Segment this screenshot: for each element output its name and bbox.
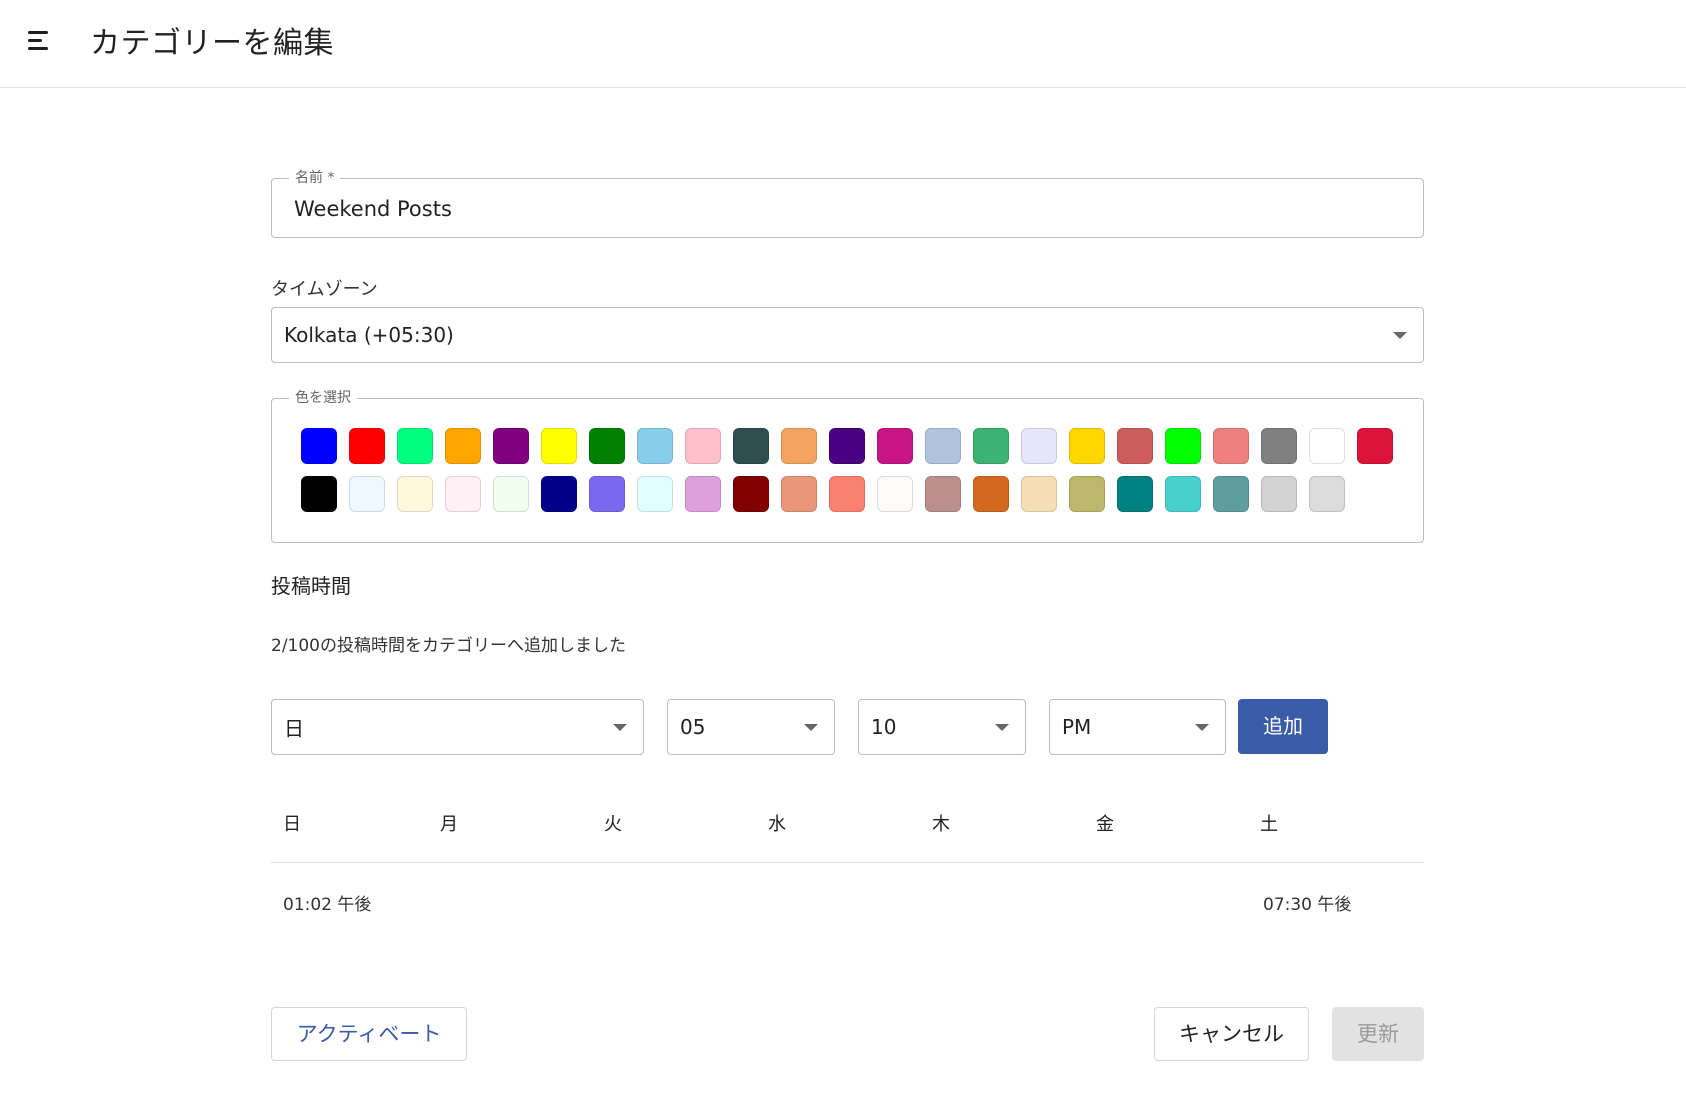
chevron-down-icon <box>1393 332 1407 339</box>
page-title: カテゴリーを編集 <box>90 26 334 61</box>
color-swatch[interactable] <box>1021 428 1057 464</box>
color-swatch[interactable] <box>1117 428 1153 464</box>
color-swatch[interactable] <box>1069 476 1105 512</box>
color-swatch[interactable] <box>1261 476 1297 512</box>
update-button[interactable]: 更新 <box>1332 1007 1424 1061</box>
color-swatch[interactable] <box>829 428 865 464</box>
posting-time-sun[interactable]: 01:02 午後 <box>283 890 371 915</box>
posting-times-info: 2/100の投稿時間をカテゴリーへ追加しました <box>271 636 626 656</box>
color-swatch[interactable] <box>1213 476 1249 512</box>
minute-select[interactable]: 10 <box>858 699 1026 755</box>
name-field-label: 名前 * <box>289 169 341 187</box>
color-swatch[interactable] <box>1165 428 1201 464</box>
top-bar: カテゴリーを編集 <box>0 0 1686 88</box>
color-swatch[interactable] <box>781 476 817 512</box>
minute-select-value: 10 <box>871 715 897 739</box>
color-swatch[interactable] <box>589 428 625 464</box>
weekday-tue: 火 <box>604 814 622 835</box>
color-swatch[interactable] <box>1261 428 1297 464</box>
color-swatch[interactable] <box>925 476 961 512</box>
color-swatch[interactable] <box>829 476 865 512</box>
color-swatch[interactable] <box>637 428 673 464</box>
color-swatch[interactable] <box>493 476 529 512</box>
add-time-button[interactable]: 追加 <box>1238 699 1328 754</box>
color-swatch[interactable] <box>445 476 481 512</box>
color-swatch[interactable] <box>541 428 577 464</box>
weekday-thu: 木 <box>932 814 950 835</box>
timezone-label: タイムゾーン <box>271 279 378 300</box>
color-picker: 色を選択 <box>271 389 1424 543</box>
color-swatch[interactable] <box>301 476 337 512</box>
activate-button[interactable]: アクティベート <box>271 1007 467 1061</box>
weekday-mon: 月 <box>440 814 458 835</box>
chevron-down-icon <box>804 724 818 731</box>
color-swatch[interactable] <box>1357 428 1393 464</box>
color-swatch[interactable] <box>733 476 769 512</box>
color-swatch[interactable] <box>733 428 769 464</box>
chevron-down-icon <box>613 724 627 731</box>
menu-icon[interactable] <box>24 26 54 56</box>
posting-times-title: 投稿時間 <box>271 574 351 598</box>
color-swatch[interactable] <box>349 476 385 512</box>
color-swatch[interactable] <box>397 476 433 512</box>
color-swatch[interactable] <box>1309 428 1345 464</box>
color-swatch[interactable] <box>589 476 625 512</box>
timezone-select[interactable]: Kolkata (+05:30) <box>271 307 1424 363</box>
color-swatch[interactable] <box>1165 476 1201 512</box>
weekday-fri: 金 <box>1096 814 1114 835</box>
color-swatch[interactable] <box>397 428 433 464</box>
color-swatch[interactable] <box>685 428 721 464</box>
posting-time-sat[interactable]: 07:30 午後 <box>1263 890 1351 915</box>
color-swatch[interactable] <box>1069 428 1105 464</box>
color-swatch[interactable] <box>877 428 913 464</box>
weekday-wed: 水 <box>768 814 786 835</box>
ampm-select-value: PM <box>1062 715 1092 739</box>
color-swatch[interactable] <box>1213 428 1249 464</box>
day-select-value: 日 <box>284 716 304 741</box>
timezone-value: Kolkata (+05:30) <box>284 323 454 347</box>
cancel-button[interactable]: キャンセル <box>1154 1007 1309 1061</box>
color-swatch[interactable] <box>445 428 481 464</box>
color-swatch[interactable] <box>1117 476 1153 512</box>
hour-select-value: 05 <box>680 715 706 739</box>
color-swatch[interactable] <box>973 428 1009 464</box>
color-swatch[interactable] <box>637 476 673 512</box>
color-picker-label: 色を選択 <box>289 389 357 407</box>
app-root: カテゴリーを編集 名前 * タイムゾーン Kolkata (+05:30) 色を… <box>0 0 1686 1093</box>
posting-time-row: 01:02 午後 07:30 午後 <box>271 880 1424 920</box>
color-swatch[interactable] <box>1021 476 1057 512</box>
ampm-select[interactable]: PM <box>1049 699 1226 755</box>
weekday-sun: 日 <box>283 814 301 835</box>
weekday-sat: 土 <box>1260 814 1278 835</box>
color-swatch[interactable] <box>877 476 913 512</box>
color-swatch[interactable] <box>973 476 1009 512</box>
hour-select[interactable]: 05 <box>667 699 835 755</box>
weekday-header: 日 月 火 水 木 金 土 <box>271 800 1424 863</box>
name-field: 名前 * <box>271 169 1424 238</box>
color-swatch[interactable] <box>493 428 529 464</box>
color-swatch[interactable] <box>349 428 385 464</box>
day-select[interactable]: 日 <box>271 699 644 755</box>
color-swatch[interactable] <box>685 476 721 512</box>
name-input[interactable] <box>294 195 1394 223</box>
color-swatch[interactable] <box>1309 476 1345 512</box>
color-swatch[interactable] <box>301 428 337 464</box>
chevron-down-icon <box>1195 724 1209 731</box>
color-swatch[interactable] <box>925 428 961 464</box>
color-swatch[interactable] <box>541 476 577 512</box>
chevron-down-icon <box>995 724 1009 731</box>
color-swatch[interactable] <box>781 428 817 464</box>
